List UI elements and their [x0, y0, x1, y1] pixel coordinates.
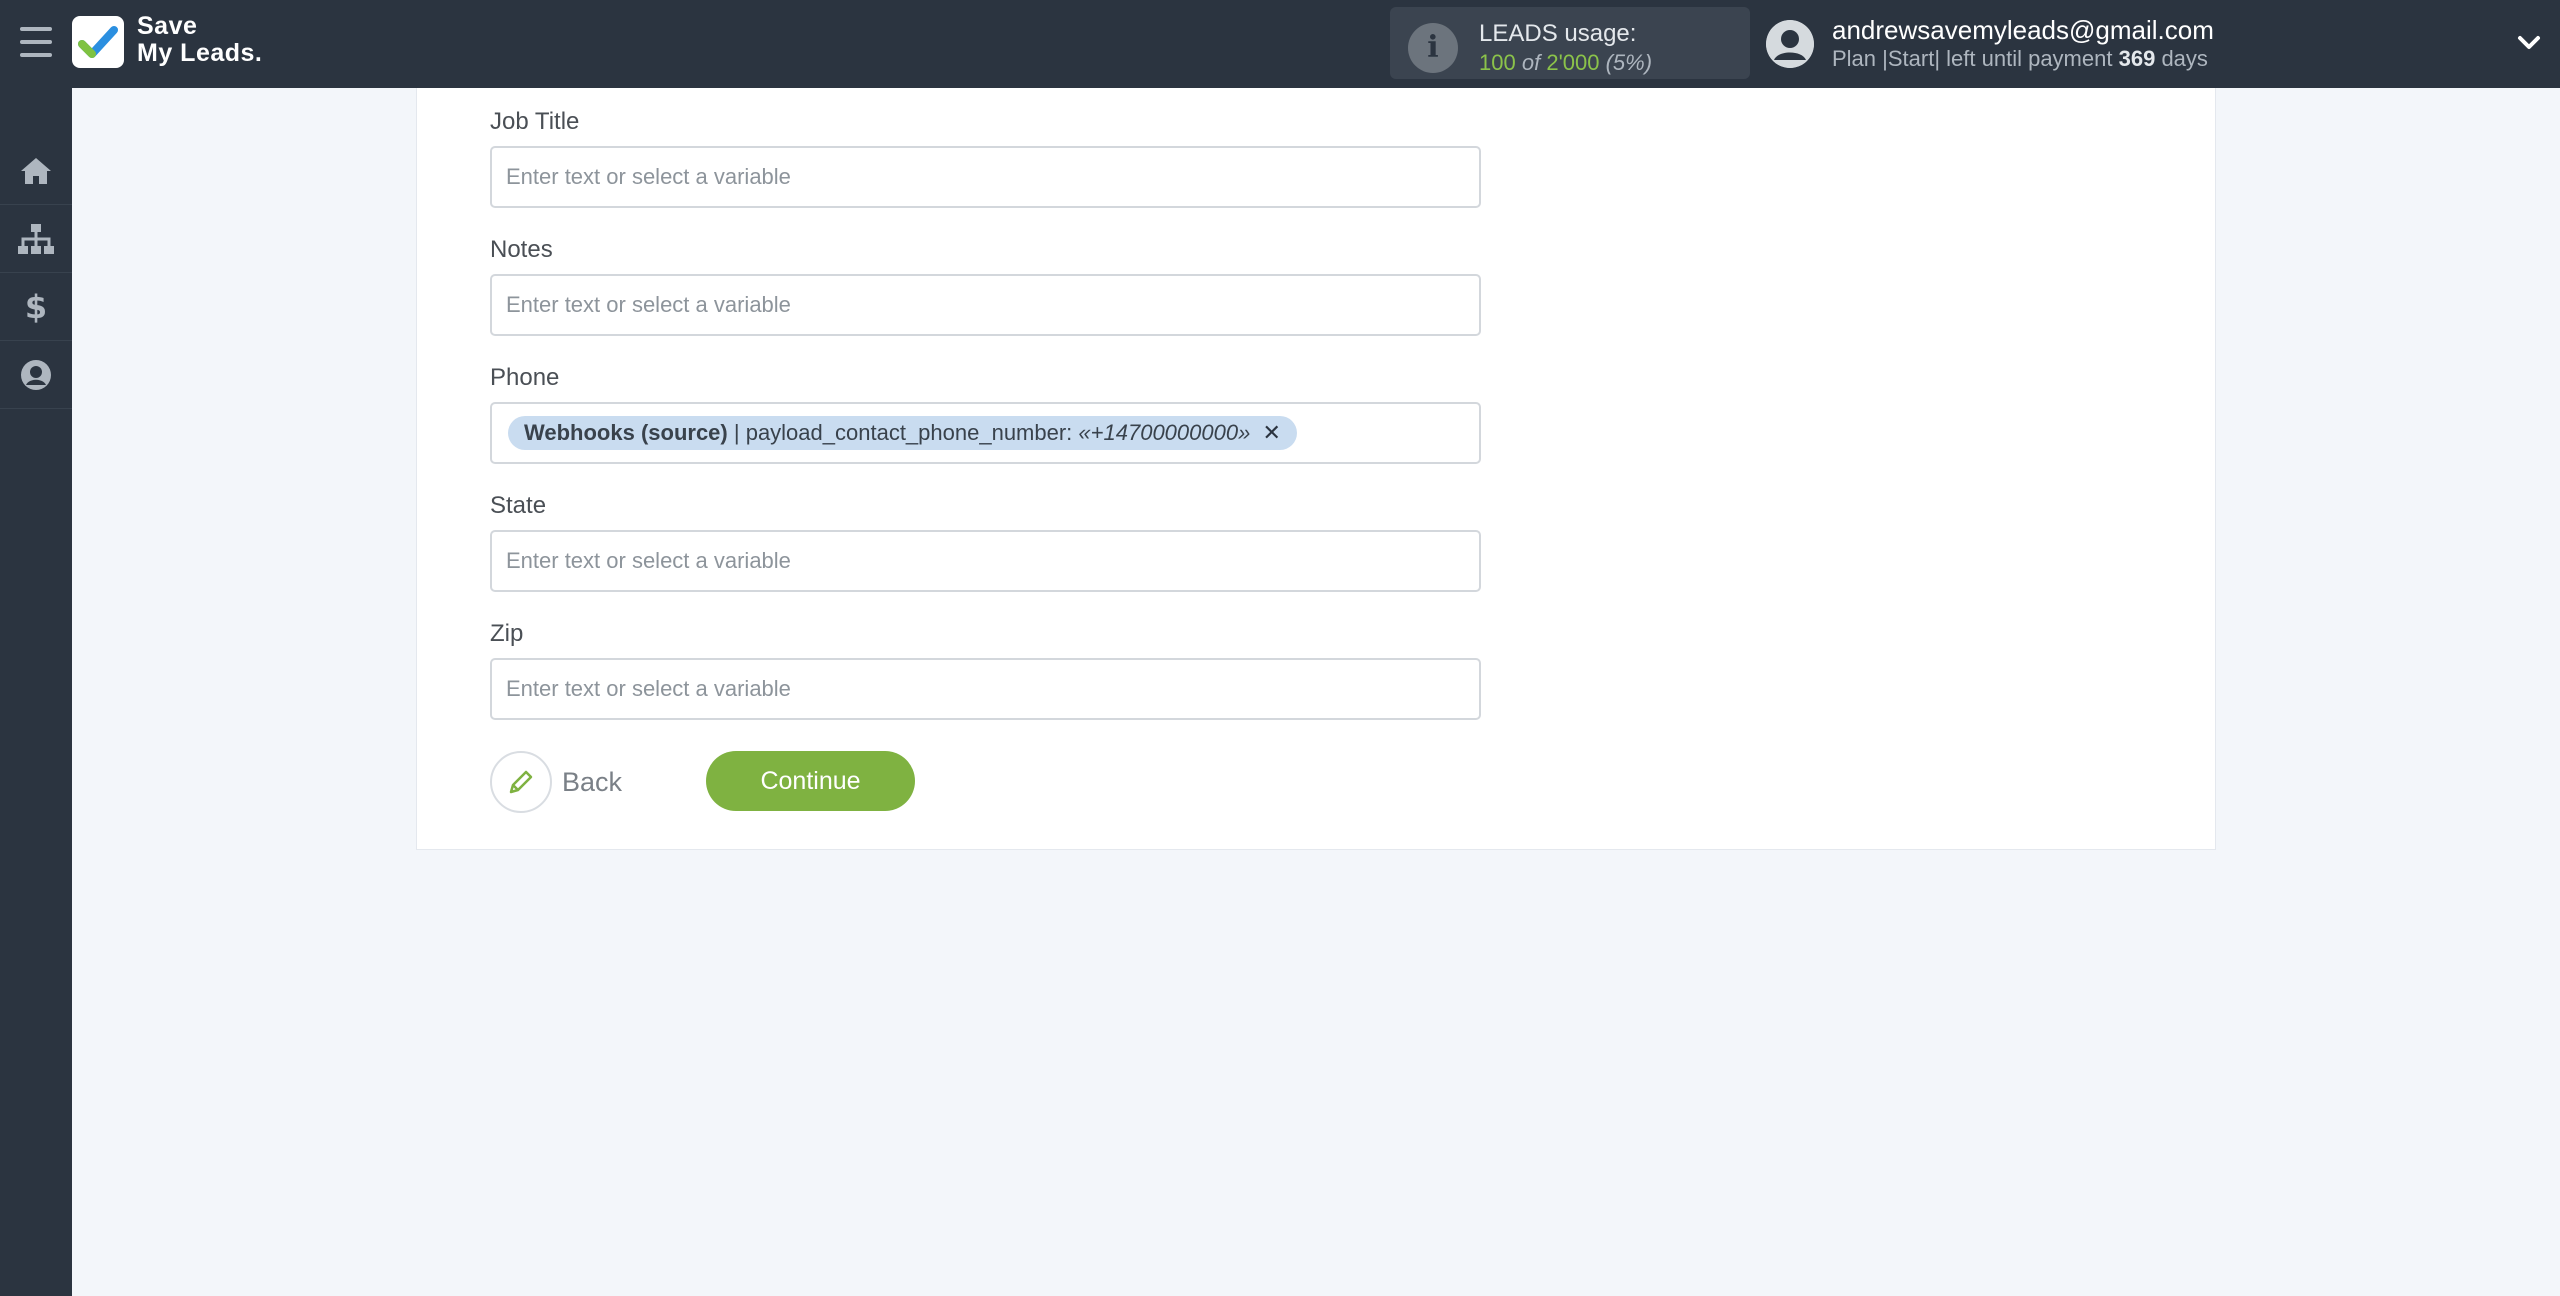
sitemap-icon[interactable] — [0, 205, 72, 273]
zip-input[interactable] — [490, 658, 1481, 720]
phone-input[interactable]: Webhooks (source) | payload_contact_phon… — [490, 402, 1481, 464]
chevron-down-icon[interactable] — [2514, 28, 2544, 58]
pencil-icon — [509, 770, 533, 794]
state-label: State — [490, 492, 547, 519]
info-icon: i — [1408, 23, 1458, 73]
leads-usage-panel: i LEADS usage: 100 of 2'000 (5%) — [1390, 7, 1750, 79]
user-circle-icon[interactable] — [0, 341, 72, 409]
zip-label: Zip — [490, 620, 524, 647]
usage-used: 100 — [1479, 50, 1516, 75]
plan-suffix: days — [2161, 46, 2208, 71]
usage-of: of — [1521, 50, 1541, 75]
sidebar: $ — [0, 88, 72, 1296]
state-input[interactable] — [490, 530, 1481, 592]
usage-total: 2'000 — [1546, 50, 1600, 75]
home-icon[interactable] — [0, 137, 72, 205]
tag-source: Webhooks (source) — [524, 420, 728, 445]
usage-label: LEADS usage: — [1479, 20, 1637, 47]
logo-text: Save My Leads. — [137, 13, 262, 67]
job-title-input[interactable] — [490, 146, 1481, 208]
plan-days: 369 — [2118, 46, 2156, 71]
notes-input[interactable] — [490, 274, 1481, 336]
logo-icon[interactable] — [72, 16, 124, 68]
plan-prefix: Plan |Start| left until payment — [1832, 46, 2113, 71]
phone-label: Phone — [490, 364, 560, 391]
user-plan: Plan |Start| left until payment 369 days — [1832, 46, 2208, 72]
top-bar: Save My Leads. i LEADS usage: 100 of 2'0… — [0, 0, 2560, 88]
svg-text:$: $ — [25, 290, 47, 324]
user-email[interactable]: andrewsavemyleads@gmail.com — [1832, 15, 2214, 46]
tag-value: «+14700000000» — [1078, 420, 1251, 445]
avatar-icon[interactable] — [1766, 20, 1814, 68]
back-button[interactable] — [490, 751, 552, 813]
menu-icon[interactable] — [20, 27, 52, 57]
notes-label: Notes — [490, 236, 553, 263]
usage-percent: (5%) — [1605, 50, 1653, 75]
back-label[interactable]: Back — [562, 767, 622, 798]
close-icon[interactable]: ✕ — [1262, 420, 1280, 445]
logo-line1: Save — [137, 12, 198, 40]
variable-tag: Webhooks (source) | payload_contact_phon… — [508, 416, 1297, 450]
usage-stats: 100 of 2'000 (5%) — [1479, 50, 1652, 76]
dollar-icon[interactable]: $ — [0, 273, 72, 341]
continue-button[interactable]: Continue — [706, 751, 915, 811]
job-title-label: Job Title — [490, 108, 580, 135]
logo-line2: My Leads. — [137, 39, 263, 67]
tag-field-name: | payload_contact_phone_number: — [733, 420, 1073, 445]
